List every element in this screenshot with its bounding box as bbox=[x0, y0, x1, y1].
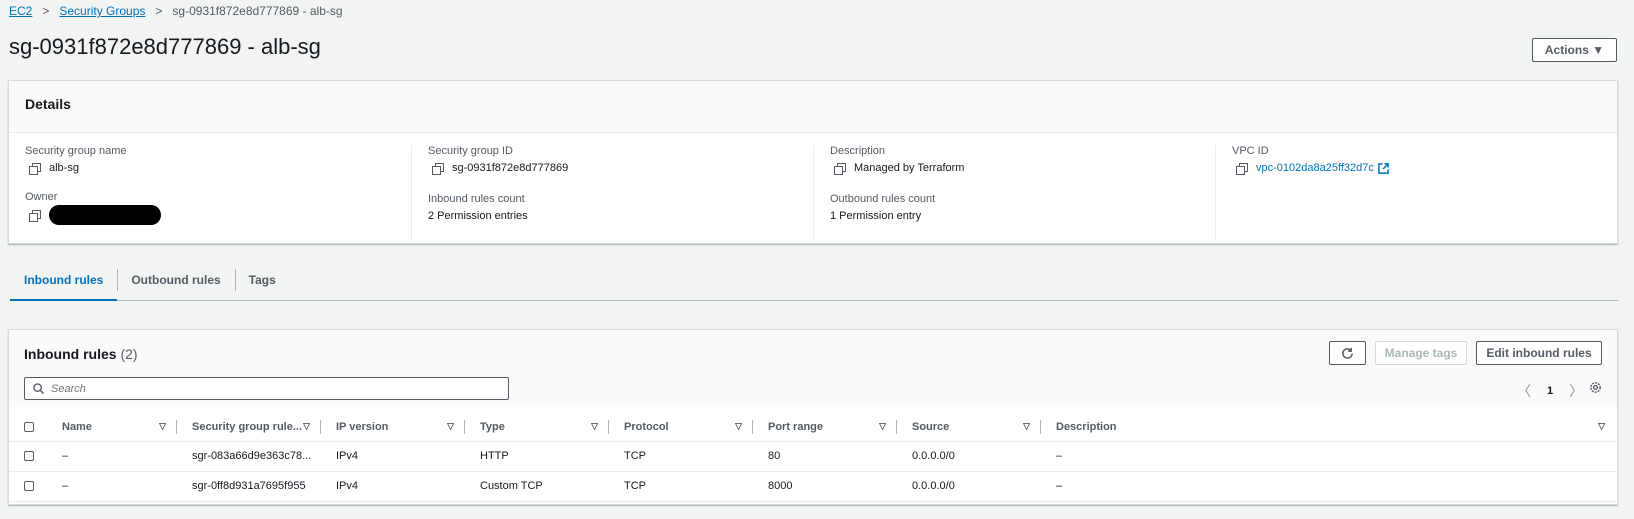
cell-rule-id: sgr-0ff8d931a7695f955 bbox=[192, 480, 306, 492]
outbound-rules-count-label: Outbound rules count bbox=[830, 193, 936, 205]
copy-icon[interactable] bbox=[29, 209, 41, 222]
external-link-icon[interactable] bbox=[1378, 162, 1389, 174]
tab-tags[interactable]: Tags bbox=[234, 261, 290, 301]
cell-rule-id: sgr-083a66d9e363c78... bbox=[192, 450, 312, 462]
inbound-rules-count-label: Inbound rules count bbox=[428, 193, 525, 205]
security-group-name-value: alb-sg bbox=[49, 162, 79, 174]
cell-name: – bbox=[62, 480, 69, 492]
details-heading: Details bbox=[9, 81, 1617, 133]
inbound-rules-table: Name ▽ Security group rule... ▽ IP version… bbox=[9, 413, 1617, 502]
cell-protocol: TCP bbox=[624, 450, 646, 462]
sort-icon[interactable]: ▽ bbox=[447, 421, 454, 432]
sort-icon[interactable]: ▽ bbox=[159, 421, 166, 432]
cell-protocol: TCP bbox=[624, 480, 646, 492]
cell-ip-version: IPv4 bbox=[336, 450, 359, 462]
refresh-icon bbox=[1342, 347, 1353, 359]
copy-icon[interactable] bbox=[1236, 162, 1248, 175]
sort-icon[interactable]: ▽ bbox=[1598, 421, 1605, 432]
table-row[interactable]: – sgr-083a66d9e363c78... IPv4 HTTP TCP 8… bbox=[9, 441, 1617, 472]
cell-source: 0.0.0.0/0 bbox=[912, 480, 955, 492]
copy-icon[interactable] bbox=[29, 162, 41, 175]
description-value: Managed by Terraform bbox=[854, 162, 965, 174]
breadcrumb: EC2 > Security Groups > sg-0931f872e8d77… bbox=[9, 4, 343, 18]
security-group-id-label: Security group ID bbox=[428, 145, 513, 157]
vpc-id-label: VPC ID bbox=[1232, 145, 1269, 157]
security-group-name-label: Security group name bbox=[25, 145, 127, 157]
manage-tags-button[interactable]: Manage tags bbox=[1375, 341, 1467, 365]
page-number[interactable]: 1 bbox=[1547, 385, 1553, 397]
pagination: 〈 1 〉 bbox=[1517, 381, 1583, 401]
search-icon bbox=[33, 383, 44, 394]
inbound-rules-title-text: Inbound rules bbox=[24, 346, 117, 362]
cell-description: – bbox=[1056, 480, 1063, 492]
inbound-rules-panel: Inbound rules (2) Manage tags Edit inbou… bbox=[8, 329, 1618, 505]
cell-ip-version: IPv4 bbox=[336, 480, 359, 492]
sort-icon[interactable]: ▽ bbox=[591, 421, 598, 432]
row-checkbox[interactable] bbox=[24, 481, 34, 492]
cell-type: Custom TCP bbox=[480, 480, 543, 492]
outbound-rules-count-value: 1 Permission entry bbox=[830, 210, 922, 222]
column-header-ip-version[interactable]: IP version ▽ bbox=[321, 413, 465, 442]
column-header-rule-id[interactable]: Security group rule... ▽ bbox=[177, 413, 321, 442]
select-all-header bbox=[9, 413, 47, 442]
column-header-source[interactable]: Source ▽ bbox=[897, 413, 1041, 442]
column-header-name[interactable]: Name ▽ bbox=[47, 413, 177, 442]
column-header-type[interactable]: Type ▽ bbox=[465, 413, 609, 442]
breadcrumb-security-groups[interactable]: Security Groups bbox=[59, 4, 145, 18]
cell-port-range: 8000 bbox=[768, 480, 793, 492]
cell-source: 0.0.0.0/0 bbox=[912, 450, 955, 462]
search-box bbox=[24, 377, 509, 400]
select-all-checkbox[interactable] bbox=[24, 421, 34, 432]
owner-label: Owner bbox=[25, 191, 58, 203]
column-header-description[interactable]: Description ▽ bbox=[1041, 413, 1617, 442]
table-row[interactable]: – sgr-0ff8d931a7695f955 IPv4 Custom TCP … bbox=[9, 471, 1617, 502]
search-input[interactable] bbox=[51, 382, 491, 395]
inbound-rules-title: Inbound rules (2) bbox=[24, 346, 138, 362]
vpc-id-link[interactable]: vpc-0102da8a25ff32d7c bbox=[1256, 162, 1374, 174]
cell-type: HTTP bbox=[480, 450, 509, 462]
sort-icon[interactable]: ▽ bbox=[1023, 421, 1030, 432]
tab-inbound-rules[interactable]: Inbound rules bbox=[10, 261, 118, 301]
details-column-4: VPC ID vpc-0102da8a25ff32d7c bbox=[1215, 145, 1605, 240]
edit-inbound-rules-button[interactable]: Edit inbound rules bbox=[1476, 341, 1602, 365]
tab-bar: Inbound rules Outbound rules Tags bbox=[10, 261, 1618, 301]
row-checkbox[interactable] bbox=[24, 451, 34, 462]
owner-redacted bbox=[49, 205, 161, 225]
gear-icon[interactable] bbox=[1589, 381, 1602, 394]
description-label: Description bbox=[830, 145, 886, 157]
cell-description: – bbox=[1056, 450, 1063, 462]
details-panel: Details Security group name alb-sg Owner… bbox=[8, 80, 1618, 244]
breadcrumb-separator: > bbox=[42, 4, 50, 18]
sort-icon[interactable]: ▽ bbox=[303, 421, 310, 432]
details-column-2: Security group ID sg-0931f872e8d777869 I… bbox=[411, 145, 801, 240]
security-group-id-value: sg-0931f872e8d777869 bbox=[452, 162, 569, 174]
column-header-protocol[interactable]: Protocol ▽ bbox=[609, 413, 753, 442]
actions-button[interactable]: Actions ▼ bbox=[1532, 38, 1617, 62]
details-column-3: Description Managed by Terraform Outboun… bbox=[813, 145, 1203, 240]
inbound-rules-count-value: 2 Permission entries bbox=[428, 210, 528, 222]
cell-port-range: 80 bbox=[768, 450, 781, 462]
breadcrumb-current: sg-0931f872e8d777869 - alb-sg bbox=[172, 4, 343, 18]
refresh-button[interactable] bbox=[1329, 341, 1366, 365]
sort-icon[interactable]: ▽ bbox=[879, 421, 886, 432]
inbound-rules-count: (2) bbox=[120, 346, 138, 362]
breadcrumb-ec2[interactable]: EC2 bbox=[9, 4, 32, 18]
table-header-row: Name ▽ Security group rule... ▽ IP version… bbox=[9, 413, 1617, 442]
details-column-1: Security group name alb-sg Owner bbox=[9, 145, 399, 240]
cell-name: – bbox=[62, 450, 69, 462]
copy-icon[interactable] bbox=[834, 162, 846, 175]
page-title: sg-0931f872e8d777869 - alb-sg bbox=[9, 34, 321, 59]
sort-icon[interactable]: ▽ bbox=[735, 421, 742, 432]
breadcrumb-separator: > bbox=[155, 4, 163, 18]
chevron-right-icon[interactable]: 〉 bbox=[1569, 381, 1583, 401]
chevron-left-icon[interactable]: 〈 bbox=[1517, 381, 1531, 401]
tab-outbound-rules[interactable]: Outbound rules bbox=[117, 261, 234, 301]
column-header-port-range[interactable]: Port range ▽ bbox=[753, 413, 897, 442]
copy-icon[interactable] bbox=[432, 162, 444, 175]
